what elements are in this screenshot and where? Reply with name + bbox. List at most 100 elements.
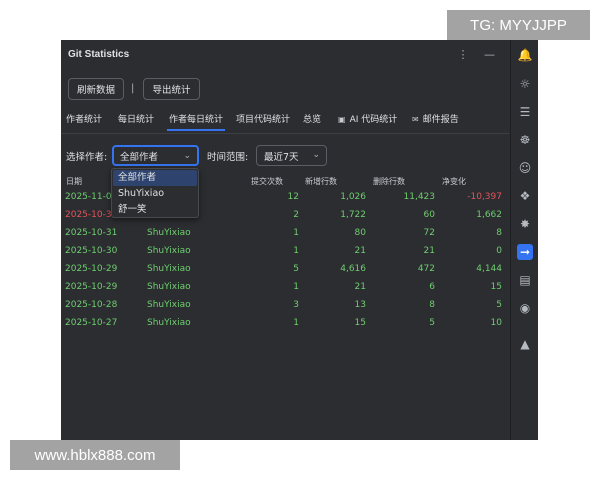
cell-net: 0: [496, 246, 502, 256]
robot-icon: ▣: [338, 115, 346, 124]
window-actions[interactable]: ⋮ —: [458, 48, 502, 61]
watermark-top: TG: MYYJJPP: [447, 10, 590, 40]
cell-deleted: 11,423: [403, 192, 436, 202]
cell-author: ShuYixiao: [147, 246, 191, 256]
range-filter-label: 时间范围:: [207, 152, 249, 163]
author-filter-label: 选择作者:: [66, 152, 108, 163]
cell-author: ShuYixiao: [147, 282, 191, 292]
cell-commits: 1: [293, 318, 299, 328]
copilot-icon[interactable]: ☺: [517, 160, 533, 176]
table-row[interactable]: 2025-10-29 ShuYixiao 5 4,616 472 4,144: [61, 261, 509, 278]
option-all-authors[interactable]: 全部作者: [113, 170, 197, 186]
tool-window-strip: 🔔 ☼ ☰ ☸ ☺ ❖ ✸ ➞ ▤ ◉ ▲: [510, 40, 538, 440]
header-net: 净变化: [442, 177, 466, 186]
table-row[interactable]: 2025-10-29 ShuYixiao 1 21 6 15: [61, 279, 509, 296]
cell-commits: 2: [293, 210, 299, 220]
cell-date: 2025-10-30: [65, 246, 118, 256]
cell-date: 2025-10-27: [65, 318, 118, 328]
option-shuyixiao[interactable]: ShuYixiao: [113, 186, 197, 202]
option-shu-yi-xiao[interactable]: 舒一笑: [113, 202, 197, 218]
tab-daily-stats[interactable]: 每日统计: [118, 112, 154, 125]
table-row[interactable]: 2025-10-28 ShuYixiao 3 13 8 5: [61, 297, 509, 314]
git-statistics-icon[interactable]: ➞: [517, 244, 533, 260]
document-icon[interactable]: ▤: [517, 272, 533, 288]
range-select[interactable]: 最近7天 ⌄: [256, 145, 327, 166]
header-added: 新增行数: [305, 177, 337, 186]
database-icon[interactable]: ☰: [517, 104, 533, 120]
cell-deleted: 472: [417, 264, 435, 274]
tab-project-code-stats[interactable]: 项目代码统计: [236, 112, 290, 125]
gradle-icon[interactable]: ☸: [517, 132, 533, 148]
cell-date: 2025-10-29: [65, 282, 118, 292]
cell-added: 4,616: [340, 264, 366, 274]
mail-icon: ✉: [412, 115, 419, 124]
watermark-bottom: www.hblx888.com: [10, 440, 180, 470]
cell-commits: 1: [293, 282, 299, 292]
markdown-icon[interactable]: ▲: [517, 336, 533, 352]
tab-ai-code-stats-label: AI 代码统计: [349, 115, 398, 125]
tab-author-stats[interactable]: 作者统计: [66, 112, 102, 125]
tab-divider: [61, 133, 509, 134]
cell-net: -10,397: [467, 192, 502, 202]
tab-overview[interactable]: 总览: [303, 112, 321, 125]
table-row[interactable]: 2025-10-31 ShuYixiao 1 80 72 8: [61, 225, 509, 242]
cell-date: 2025-10-29: [65, 264, 118, 274]
cell-author: ShuYixiao: [147, 264, 191, 274]
plugin-icon[interactable]: ❖: [517, 188, 533, 204]
cell-deleted: 5: [429, 318, 435, 328]
cell-commits: 1: [293, 246, 299, 256]
chevron-down-icon: ⌄: [312, 150, 320, 160]
title-bar: Git Statistics ⋮ —: [61, 40, 509, 72]
header-date: 日期: [66, 177, 82, 186]
cell-commits: 1: [293, 228, 299, 238]
cell-date: 2025-10-28: [65, 300, 118, 310]
author-select-value: 全部作者: [120, 151, 159, 163]
cell-added: 21: [354, 246, 366, 256]
cell-commits: 12: [287, 192, 299, 202]
toolbar-separator: |: [131, 83, 135, 94]
cell-net: 4,144: [476, 264, 502, 274]
cell-added: 1,026: [340, 192, 366, 202]
cell-deleted: 21: [423, 246, 435, 256]
cell-commits: 5: [293, 264, 299, 274]
cell-deleted: 60: [423, 210, 435, 220]
cell-added: 13: [354, 300, 366, 310]
cell-author: ShuYixiao: [147, 318, 191, 328]
cell-deleted: 8: [429, 300, 435, 310]
tab-ai-code-stats[interactable]: ▣ AI 代码统计: [338, 112, 397, 125]
author-select[interactable]: 全部作者 ⌄: [112, 145, 199, 166]
cell-commits: 3: [293, 300, 299, 310]
refresh-button[interactable]: 刷新数据: [68, 78, 124, 100]
tool-icon[interactable]: ✸: [517, 216, 533, 232]
table-row[interactable]: 2025-10-30 ShuYixiao 1 21 21 0: [61, 243, 509, 260]
cell-added: 21: [354, 282, 366, 292]
cell-author: ShuYixiao: [147, 300, 191, 310]
cell-net: 5: [496, 300, 502, 310]
cell-added: 1,722: [340, 210, 366, 220]
notifications-icon[interactable]: 🔔: [517, 47, 533, 63]
table-row[interactable]: 2025-10-27 ShuYixiao 1 15 5 10: [61, 315, 509, 332]
chevron-down-icon: ⌄: [183, 151, 191, 161]
cell-added: 80: [354, 228, 366, 238]
header-deleted: 删除行数: [373, 177, 405, 186]
cell-date: 2025-10-31: [65, 228, 118, 238]
window-title: Git Statistics: [68, 49, 130, 60]
cell-net: 10: [490, 318, 502, 328]
cell-author: ShuYixiao: [147, 228, 191, 238]
cell-date: 2025-11-0: [65, 192, 112, 202]
cell-added: 15: [354, 318, 366, 328]
export-button[interactable]: 导出统计: [143, 78, 200, 100]
tab-bar: 作者统计 每日统计 作者每日统计 项目代码统计 总览 ▣ AI 代码统计 ✉ 邮件报…: [61, 112, 509, 132]
panda-icon[interactable]: ◉: [517, 300, 533, 316]
cell-deleted: 72: [423, 228, 435, 238]
cell-net: 1,662: [476, 210, 502, 220]
range-select-value: 最近7天: [264, 151, 299, 163]
cell-deleted: 6: [429, 282, 435, 292]
cell-date: 2025-10-3: [65, 210, 112, 220]
cell-net: 15: [490, 282, 502, 292]
tab-mail-report-label: 邮件报告: [422, 115, 459, 125]
tab-mail-report[interactable]: ✉ 邮件报告: [412, 112, 459, 125]
ai-chat-icon[interactable]: ☼: [517, 76, 533, 92]
tab-author-daily-stats[interactable]: 作者每日统计: [166, 112, 226, 131]
cell-net: 8: [496, 228, 502, 238]
